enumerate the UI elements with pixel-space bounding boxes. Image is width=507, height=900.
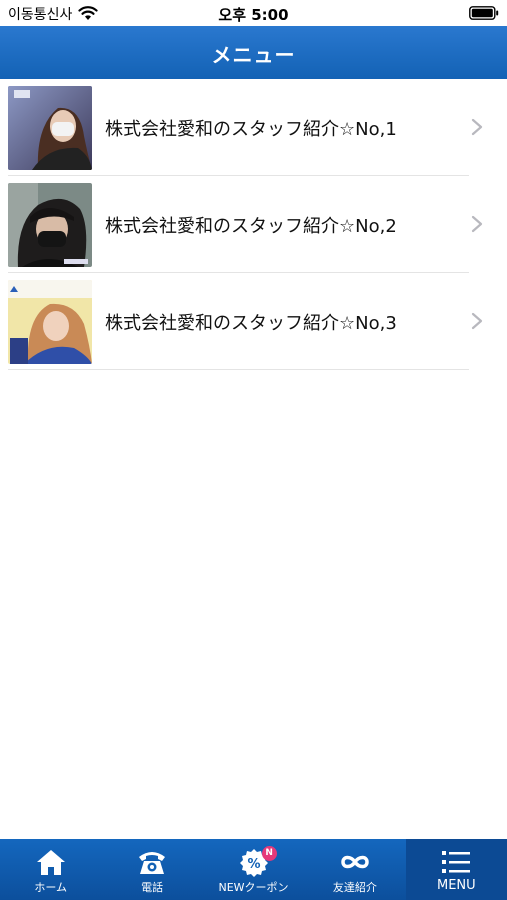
- chevron-right-icon: [471, 118, 483, 136]
- list-item[interactable]: 株式会社愛和のスタッフ紹介☆No,2: [0, 176, 507, 273]
- row-divider: [8, 369, 469, 370]
- list-item[interactable]: 株式会社愛和のスタッフ紹介☆No,3: [0, 273, 507, 370]
- svg-text:%: %: [247, 857, 260, 872]
- phone-icon: [139, 852, 166, 874]
- list-item[interactable]: 株式会社愛和のスタッフ紹介☆No,1: [0, 79, 507, 176]
- infinity-icon: [341, 855, 369, 869]
- list-item-label: 株式会社愛和のスタッフ紹介☆No,1: [105, 119, 397, 140]
- chevron-right-icon: [471, 215, 483, 233]
- tab-bar: ホーム 電話 % N NEWクーポン 友達紹介 MENU: [0, 839, 507, 900]
- chevron-right-icon: [471, 312, 483, 330]
- battery-icon: [469, 6, 499, 20]
- list-item-label: 株式会社愛和のスタッフ紹介☆No,2: [105, 216, 397, 237]
- nav-bar: メニュー: [0, 26, 507, 79]
- tab-label: 電話: [141, 881, 164, 894]
- status-bar: 이동통신사 오후 5:00: [0, 0, 507, 26]
- tab-home[interactable]: ホーム: [0, 839, 101, 900]
- menu-list: 株式会社愛和のスタッフ紹介☆No,1 株式会社愛和のスタッフ紹介☆No,2 株式…: [0, 79, 507, 370]
- staff-photo-thumbnail: [8, 183, 92, 267]
- tab-coupon[interactable]: % N NEWクーポン: [203, 839, 304, 900]
- status-time: 오후 5:00: [218, 6, 289, 24]
- tab-phone[interactable]: 電話: [101, 839, 202, 900]
- tab-menu[interactable]: MENU: [405, 839, 507, 900]
- tab-label: MENU: [436, 878, 476, 893]
- tab-friend-referral[interactable]: 友達紹介: [304, 839, 405, 900]
- tab-label: NEWクーポン: [218, 881, 289, 894]
- list-item-label: 株式会社愛和のスタッフ紹介☆No,3: [105, 313, 397, 334]
- new-badge: N: [261, 846, 277, 861]
- staff-photo-thumbnail: [8, 280, 92, 364]
- page-title: メニュー: [211, 43, 296, 67]
- staff-photo-thumbnail: [8, 86, 92, 170]
- tab-label: ホーム: [34, 881, 68, 894]
- home-icon: [36, 850, 65, 875]
- menu-icon: [442, 851, 471, 873]
- tab-label: 友達紹介: [332, 881, 377, 894]
